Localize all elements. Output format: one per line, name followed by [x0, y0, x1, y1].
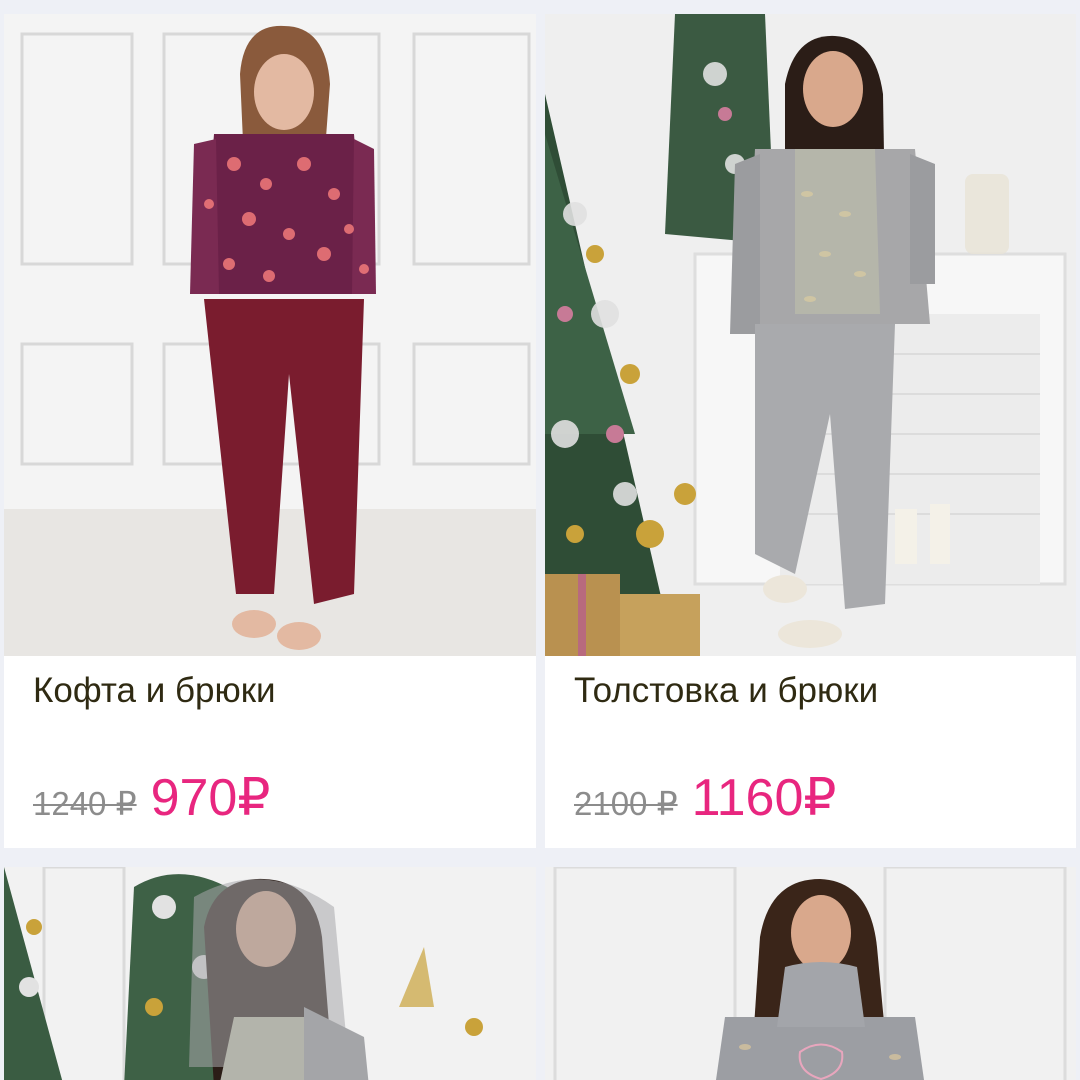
old-price: 2100 ₽ [574, 785, 678, 822]
product-title[interactable]: Толстовка и брюки [574, 670, 878, 712]
product-card[interactable] [545, 867, 1076, 1080]
product-card[interactable] [4, 867, 536, 1080]
product-card[interactable]: Толстовка и брюки 2100 ₽ 1160₽ [545, 14, 1076, 848]
product-photo[interactable] [4, 14, 536, 656]
product-card[interactable]: Кофта и брюки 1240 ₽ 970₽ [4, 14, 536, 848]
price-row: 1240 ₽ 970₽ [33, 768, 270, 828]
old-price: 1240 ₽ [33, 785, 137, 822]
sale-price: 1160₽ [691, 769, 837, 827]
product-photo[interactable] [545, 867, 1076, 1080]
product-grid: Кофта и брюки 1240 ₽ 970₽ Толстовка и брю… [0, 0, 1080, 1080]
price-row: 2100 ₽ 1160₽ [574, 768, 836, 828]
sale-price: 970₽ [150, 769, 271, 827]
product-photo[interactable] [4, 867, 536, 1080]
product-title[interactable]: Кофта и брюки [33, 670, 276, 712]
product-photo[interactable] [545, 14, 1076, 656]
